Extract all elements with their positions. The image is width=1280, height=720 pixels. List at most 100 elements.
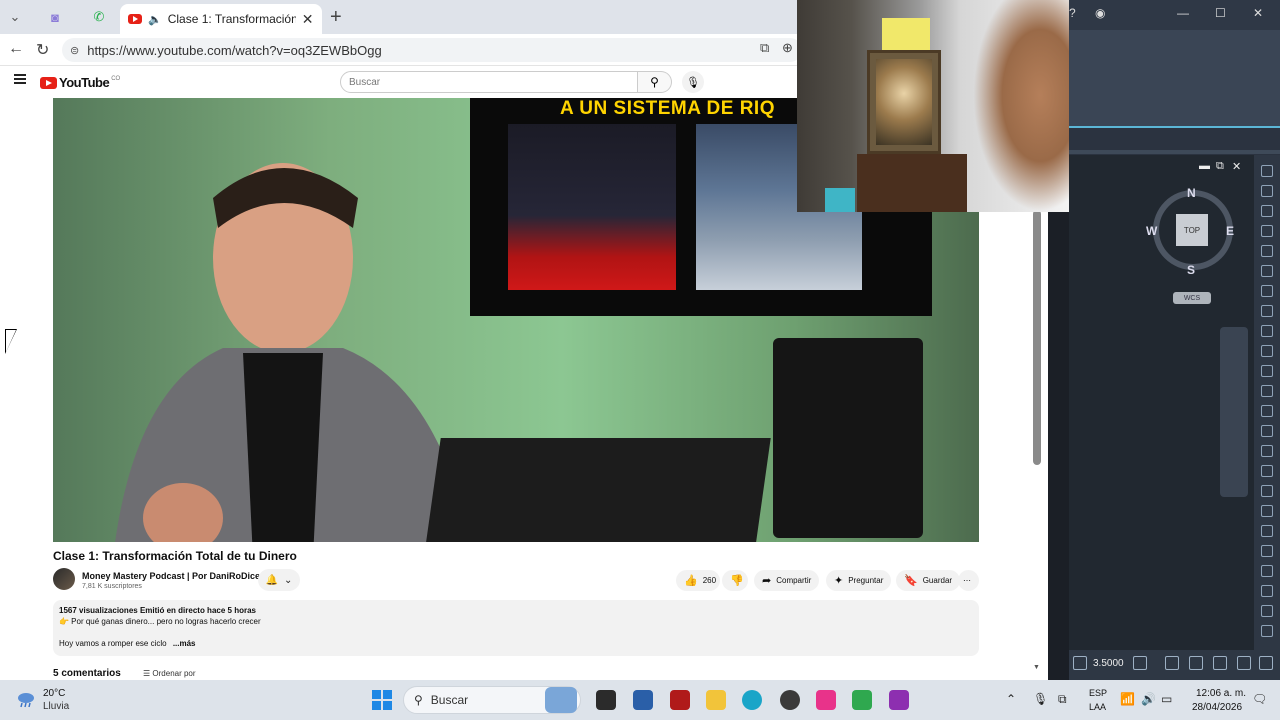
microphone-tray-icon[interactable]: 🎙 bbox=[1033, 692, 1048, 706]
tab-youtube-video[interactable]: 🔈 Clase 1: Transformación Total de tu Di… bbox=[120, 4, 322, 34]
tool-circle-icon[interactable] bbox=[1261, 205, 1273, 217]
status-fullscreen-icon[interactable] bbox=[1237, 656, 1251, 670]
show-more-link[interactable]: ...más bbox=[173, 639, 196, 648]
tab-camera-icon[interactable]: ◙ bbox=[42, 6, 68, 28]
back-arrow-icon[interactable]: ← bbox=[8, 40, 24, 58]
app-purple-icon[interactable] bbox=[889, 690, 909, 710]
maximize-icon[interactable]: ☐ bbox=[1215, 6, 1226, 20]
reload-icon[interactable]: ↻ bbox=[36, 40, 49, 60]
new-tab-button[interactable]: + bbox=[330, 6, 342, 29]
help-icon[interactable]: ? bbox=[1069, 6, 1076, 20]
tool-rotate-icon[interactable] bbox=[1261, 345, 1273, 357]
app-pink-icon[interactable] bbox=[816, 690, 836, 710]
description-box[interactable]: 1567 visualizaciones Emitió en directo h… bbox=[53, 600, 979, 656]
windows-start-icon[interactable] bbox=[372, 690, 392, 710]
wifi-icon[interactable]: 📶 bbox=[1120, 692, 1135, 706]
tool-arc-icon[interactable] bbox=[1261, 225, 1273, 237]
tab-whatsapp-icon[interactable]: ✆ bbox=[86, 6, 112, 28]
tool-polyline-icon[interactable] bbox=[1261, 185, 1273, 197]
weather-temperature[interactable]: 20°C bbox=[43, 688, 65, 699]
scroll-down-arrow-icon[interactable]: ▼ bbox=[1033, 664, 1040, 671]
tool-move-icon[interactable] bbox=[1261, 305, 1273, 317]
more-actions-button[interactable]: ⋯ bbox=[958, 570, 979, 591]
save-button[interactable]: 🔖 Guardar bbox=[896, 570, 961, 591]
status-hardware-icon[interactable] bbox=[1213, 656, 1227, 670]
task-view-icon[interactable] bbox=[596, 690, 616, 710]
tool-block-icon[interactable] bbox=[1261, 565, 1273, 577]
page-scrollbar[interactable] bbox=[1033, 210, 1041, 465]
search-highlight-icon[interactable] bbox=[545, 687, 577, 713]
hamburger-menu-icon[interactable] bbox=[14, 74, 26, 84]
ask-button[interactable]: ✦ Preguntar bbox=[826, 570, 892, 591]
tool-earth-icon[interactable] bbox=[1261, 285, 1273, 297]
tool-measure-icon[interactable] bbox=[1261, 605, 1273, 617]
viewport-close-icon[interactable]: ✕ bbox=[1232, 160, 1241, 173]
tool-rectangle-icon[interactable] bbox=[1261, 245, 1273, 257]
app-red-icon[interactable] bbox=[670, 690, 690, 710]
dislike-button[interactable]: 👎 bbox=[722, 570, 748, 591]
display-tray-icon[interactable]: ⧉ bbox=[1058, 692, 1067, 707]
tool-globe-icon[interactable] bbox=[1261, 265, 1273, 277]
youtube-logo[interactable]: YouTube CO bbox=[40, 75, 120, 90]
battery-icon[interactable]: ▭ bbox=[1161, 692, 1172, 706]
tool-fillet-icon[interactable] bbox=[1261, 445, 1273, 457]
annotation-scale[interactable]: 3.5000 bbox=[1093, 658, 1124, 669]
speaker-icon[interactable]: 🔈 bbox=[148, 13, 162, 26]
tool-layer-icon[interactable] bbox=[1261, 585, 1273, 597]
url-field[interactable]: ⊜ https://www.youtube.com/watch?v=oq3ZEW… bbox=[62, 38, 802, 62]
weather-condition[interactable]: Lluvia bbox=[43, 701, 69, 712]
tool-text-icon[interactable] bbox=[1261, 525, 1273, 537]
status-workspace-icon[interactable] bbox=[1165, 656, 1179, 670]
status-customize-icon[interactable] bbox=[1259, 656, 1273, 670]
file-explorer-icon[interactable] bbox=[706, 690, 726, 710]
tab-list-chevron-icon[interactable]: ⌄ bbox=[2, 6, 28, 28]
clock-time[interactable]: 12:06 a. m. bbox=[1196, 688, 1246, 699]
language-code[interactable]: ESP bbox=[1089, 688, 1107, 698]
channel-avatar[interactable] bbox=[53, 568, 75, 590]
account-icon[interactable]: ◉ bbox=[1095, 6, 1105, 20]
close-tab-icon[interactable]: ✕ bbox=[302, 11, 314, 28]
viewport-restore-icon[interactable]: ⧉ bbox=[1216, 160, 1224, 173]
rain-cloud-icon[interactable] bbox=[16, 690, 36, 708]
viewcube-top-face[interactable]: TOP bbox=[1176, 214, 1208, 246]
notifications-icon[interactable]: 🗨 bbox=[1252, 692, 1267, 706]
clock-date[interactable]: 28/04/2026 bbox=[1192, 702, 1242, 713]
microphone-icon[interactable]: 🎙 bbox=[682, 71, 704, 93]
app-green-icon[interactable] bbox=[852, 690, 872, 710]
app-dark-icon[interactable] bbox=[780, 690, 800, 710]
wcs-menu[interactable]: WCS bbox=[1173, 292, 1211, 304]
share-button[interactable]: ➦ Compartir bbox=[754, 570, 820, 591]
tool-dimension-icon[interactable] bbox=[1261, 545, 1273, 557]
microsoft-store-icon[interactable] bbox=[633, 690, 653, 710]
notification-bell-button[interactable]: 🔔 ⌄ bbox=[258, 569, 300, 591]
minimize-icon[interactable]: — bbox=[1177, 6, 1189, 20]
tool-copy-icon[interactable] bbox=[1261, 325, 1273, 337]
status-isolate-icon[interactable] bbox=[1189, 656, 1203, 670]
site-info-icon[interactable]: ⊜ bbox=[70, 44, 79, 57]
tool-trim-icon[interactable] bbox=[1261, 405, 1273, 417]
tool-mirror-icon[interactable] bbox=[1261, 385, 1273, 397]
navigation-bar[interactable] bbox=[1220, 327, 1248, 497]
tool-hatch-icon[interactable] bbox=[1261, 505, 1273, 517]
search-icon[interactable]: ⚲ bbox=[638, 71, 672, 93]
close-window-icon[interactable]: ✕ bbox=[1253, 6, 1263, 20]
tool-extend-icon[interactable] bbox=[1261, 425, 1273, 437]
status-annotation-icon[interactable] bbox=[1133, 656, 1147, 670]
channel-name[interactable]: Money Mastery Podcast | Por DaniRoDice bbox=[82, 571, 260, 581]
tool-scale-icon[interactable] bbox=[1261, 365, 1273, 377]
show-hidden-icons-chevron-icon[interactable]: ⌃ bbox=[1006, 692, 1016, 706]
zoom-icon[interactable]: ⊕ bbox=[782, 40, 793, 56]
app-available-icon[interactable]: ⧉ bbox=[760, 40, 769, 56]
viewport-minimize-icon[interactable]: ▬ bbox=[1199, 160, 1210, 172]
youtube-search-input[interactable]: Buscar bbox=[340, 71, 638, 93]
status-model-icon[interactable] bbox=[1073, 656, 1087, 670]
tool-offset-icon[interactable] bbox=[1261, 465, 1273, 477]
like-button[interactable]: 👍 260 bbox=[676, 570, 720, 591]
edge-browser-icon[interactable] bbox=[742, 690, 762, 710]
tool-properties-icon[interactable] bbox=[1261, 625, 1273, 637]
keyboard-layout[interactable]: LAA bbox=[1089, 702, 1106, 712]
tool-array-icon[interactable] bbox=[1261, 485, 1273, 497]
tool-line-icon[interactable] bbox=[1261, 165, 1273, 177]
sort-comments-button[interactable]: ☰ Ordenar por bbox=[143, 669, 196, 680]
volume-icon[interactable]: 🔊 bbox=[1141, 692, 1156, 706]
